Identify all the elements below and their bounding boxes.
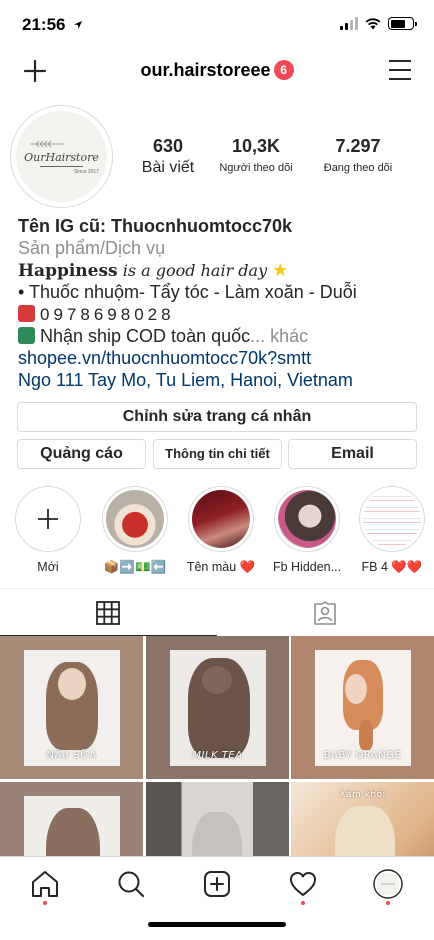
- avatar[interactable]: OurHairstore Since 2017: [16, 111, 107, 202]
- grid-post[interactable]: [0, 782, 143, 856]
- highlight-fb-hidden[interactable]: Fb Hidden...: [272, 486, 342, 574]
- post-image: [315, 650, 411, 766]
- status-bar: 21:56: [0, 0, 434, 50]
- bio-phone-line: 0978698028: [18, 304, 428, 326]
- bio-phone: 0978698028: [40, 305, 175, 325]
- bio-line-happiness: Happiness is a good hair day ★: [18, 260, 428, 283]
- bio-services: • Thuốc nhuộm- Tẩy tóc - Làm xoăn - Duỗi: [18, 282, 357, 303]
- tab-profile[interactable]: [373, 869, 403, 905]
- status-icons: [340, 17, 417, 30]
- tab-home[interactable]: [30, 869, 60, 905]
- stat-followers-value: 10,3K: [231, 136, 281, 156]
- grid-post[interactable]: BABY ORANGE: [291, 636, 434, 779]
- bio-shipping: Nhận ship COD toàn quốc: [35, 325, 251, 346]
- post-image: [146, 782, 289, 856]
- tab-activity[interactable]: [288, 869, 318, 905]
- bio-happiness-italic: is a good hair day: [117, 260, 273, 280]
- stat-followers-label: Người theo dõi: [219, 162, 293, 174]
- highlight-fb4[interactable]: FB 4 ❤️❤️: [357, 486, 427, 575]
- cell-signal-icon: [340, 17, 358, 30]
- notification-badge: 6: [273, 60, 294, 80]
- post-image: [24, 796, 120, 856]
- highlight-new[interactable]: Mới: [13, 486, 83, 574]
- search-icon: [118, 871, 145, 898]
- bio-address-link[interactable]: Ngo 111 Tay Mo, Tu Liem, Hanoi, Vietnam: [18, 370, 428, 392]
- create-icon: [204, 871, 230, 897]
- profile-tabs: [0, 588, 434, 636]
- posts-grid: NÂU SỮA MILK TEA BABY ORANGE Xám khói: [0, 636, 434, 856]
- grid-post[interactable]: NÂU SỮA: [0, 636, 143, 779]
- username-text: our.hairstoreee: [140, 60, 271, 80]
- profile-dot: [386, 901, 390, 905]
- stat-followers[interactable]: 10,3K Người theo dõi: [208, 136, 304, 177]
- tab-create[interactable]: [202, 869, 232, 899]
- star-emoji-icon: ★: [272, 259, 289, 280]
- grid-post[interactable]: Xám khói: [291, 782, 434, 856]
- home-activity-dot: [43, 901, 47, 905]
- bio-more-link[interactable]: ... khác: [250, 326, 308, 346]
- tagged-icon: [314, 601, 336, 625]
- tab-search[interactable]: [116, 869, 146, 899]
- stat-posts[interactable]: 630 Bài viết: [130, 136, 206, 177]
- highlight-thumbnail: [192, 490, 250, 548]
- top-nav: our.hairstoreee 6: [0, 50, 434, 94]
- ads-button[interactable]: Quảng cáo: [17, 439, 146, 469]
- highlight-label: Tên màu ❤️: [186, 560, 256, 574]
- location-arrow-icon: [74, 21, 83, 29]
- status-time: 21:56: [22, 15, 83, 35]
- post-image: [24, 650, 120, 766]
- stat-posts-value: 630: [152, 136, 184, 156]
- insights-button[interactable]: Thông tin chi tiết: [153, 439, 282, 469]
- edit-profile-button[interactable]: Chỉnh sửa trang cá nhân: [17, 402, 417, 432]
- highlight-thumbnail: [363, 490, 421, 548]
- post-caption: BABY ORANGE: [323, 750, 402, 761]
- post-caption: MILK TEA: [192, 750, 243, 761]
- grid-icon: [96, 601, 120, 625]
- highlight-color-names[interactable]: Tên màu ❤️: [186, 486, 256, 575]
- home-indicator: [148, 922, 286, 927]
- bio-website-link[interactable]: shopee.vn/thuocnhuomtocc70k?smtt: [18, 348, 428, 370]
- home-icon: [32, 871, 58, 897]
- highlight-label: FB 4 ❤️❤️: [361, 560, 423, 574]
- avatar-logo-sub: Since 2017: [73, 169, 99, 175]
- wifi-icon: [365, 17, 381, 29]
- truck-emoji-icon: [18, 326, 35, 344]
- profile-category: Sản phẩm/Dịch vụ: [18, 237, 166, 258]
- profile-icon: [373, 869, 403, 899]
- highlight-label: Mới: [37, 560, 59, 574]
- battery-icon: [388, 17, 417, 30]
- highlight-thumbnail: [106, 490, 164, 548]
- username-header[interactable]: our.hairstoreee 6: [0, 60, 434, 81]
- grid-post[interactable]: [146, 782, 289, 856]
- profile-name: Tên IG cũ: Thuocnhuomtocc70k: [18, 216, 293, 236]
- highlight-label: Fb Hidden...: [272, 560, 342, 574]
- post-image: [170, 650, 266, 766]
- activity-dot: [301, 901, 305, 905]
- bio-happiness-bold: Happiness: [18, 260, 118, 281]
- avatar-logo-text: OurHairstore: [24, 151, 99, 164]
- highlight-shipping[interactable]: 📦➡️💵⬅️: [100, 486, 170, 575]
- bottom-tab-bar: [0, 856, 434, 940]
- post-caption: NÂU SỮA: [46, 750, 97, 761]
- stat-following-label: Đang theo dõi: [323, 162, 393, 174]
- tab-tagged[interactable]: [217, 589, 434, 636]
- time-text: 21:56: [22, 15, 66, 34]
- leaf-logo-icon: [30, 140, 64, 148]
- bio-shipping-line: Nhận ship COD toàn quốc... khác: [18, 326, 428, 348]
- profile-stats: 630 Bài viết 10,3K Người theo dõi 7.297 …: [130, 136, 430, 177]
- tab-grid[interactable]: [0, 589, 217, 636]
- highlight-thumbnail: [278, 490, 336, 548]
- stat-following-value: 7.297: [335, 136, 381, 156]
- email-button[interactable]: Email: [288, 439, 417, 469]
- heart-icon: [290, 872, 316, 896]
- highlight-label: 📦➡️💵⬅️: [103, 560, 167, 574]
- stat-following[interactable]: 7.297 Đang theo dõi: [312, 136, 404, 177]
- stat-posts-label: Bài viết: [141, 159, 195, 176]
- post-caption: Xám khói: [339, 790, 386, 800]
- telephone-emoji-icon: [18, 305, 35, 323]
- menu-icon[interactable]: [388, 59, 412, 81]
- profile-bio: Tên IG cũ: Thuocnhuomtocc70k Sản phẩm/Dị…: [18, 216, 428, 391]
- grid-post[interactable]: MILK TEA: [146, 636, 289, 779]
- plus-icon: [38, 509, 58, 529]
